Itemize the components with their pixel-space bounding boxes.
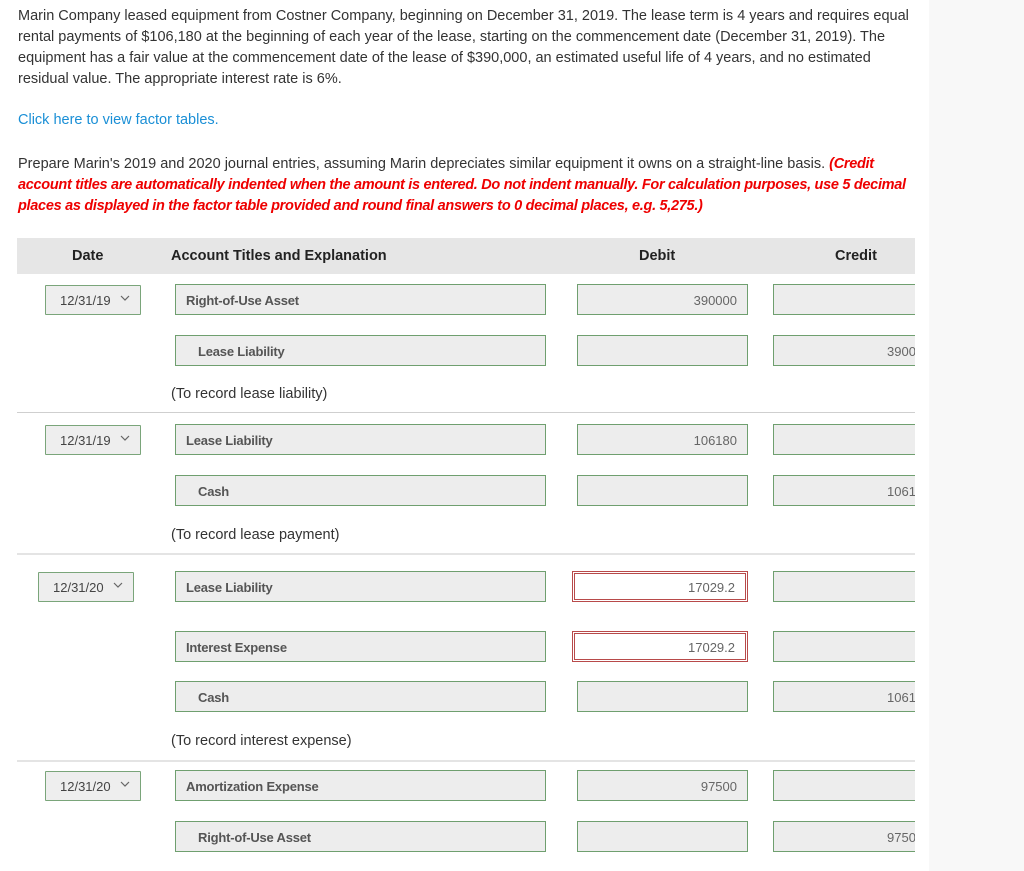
debit-field-error[interactable]: 17029.2 (572, 631, 748, 662)
account-field[interactable]: Interest Expense (175, 631, 546, 662)
credit-value: 97500 (887, 830, 915, 845)
date-select[interactable]: 12/31/19 (45, 425, 141, 455)
header-date: Date (72, 248, 104, 264)
journal-table-header: Date Account Titles and Explanation Debi… (17, 238, 915, 274)
credit-value: 390000 (887, 344, 915, 359)
header-debit: Debit (639, 248, 676, 264)
credit-value: 106180 (887, 484, 915, 499)
entry-divider (17, 760, 915, 762)
right-side-panel (929, 0, 1024, 871)
header-credit: Credit (835, 248, 877, 264)
credit-field[interactable]: 106180 (773, 681, 915, 712)
debit-value: 97500 (700, 779, 737, 794)
debit-field[interactable] (577, 821, 748, 852)
credit-field[interactable]: 390000 (773, 335, 915, 366)
entry-explanation: (To record lease liability) (171, 386, 328, 402)
credit-field[interactable] (773, 631, 915, 662)
debit-field[interactable] (577, 335, 748, 366)
debit-value: 390000 (693, 293, 737, 308)
debit-value: 17029.2 (688, 580, 735, 595)
debit-field[interactable] (577, 475, 748, 506)
account-value: Lease Liability (198, 344, 285, 359)
date-value: 12/31/19 (60, 433, 111, 448)
credit-field[interactable] (773, 571, 915, 602)
credit-field[interactable]: 106180 (773, 475, 915, 506)
debit-value: 106180 (693, 433, 737, 448)
date-select[interactable]: 12/31/20 (38, 572, 134, 602)
account-value: Lease Liability (186, 580, 273, 595)
entry-explanation: (To record lease payment) (171, 527, 340, 543)
factor-tables-link[interactable]: Click here to view factor tables. (18, 112, 219, 128)
debit-field[interactable] (577, 681, 748, 712)
date-value: 12/31/19 (60, 293, 111, 308)
account-field[interactable]: Right-of-Use Asset (175, 821, 546, 852)
problem-statement: Marin Company leased equipment from Cost… (18, 8, 909, 87)
account-field[interactable]: Right-of-Use Asset (175, 284, 546, 315)
debit-field[interactable]: 97500 (577, 770, 748, 801)
entry-divider (17, 412, 915, 413)
debit-field-error[interactable]: 17029.2 (572, 571, 748, 602)
chevron-down-icon (120, 435, 130, 441)
account-field[interactable]: Cash (175, 475, 546, 506)
account-field[interactable]: Cash (175, 681, 546, 712)
account-value: Amortization Expense (186, 779, 319, 794)
account-value: Lease Liability (186, 433, 273, 448)
account-value: Right-of-Use Asset (198, 830, 311, 845)
credit-value: 106180 (887, 690, 915, 705)
account-field[interactable]: Lease Liability (175, 335, 546, 366)
credit-field[interactable]: 97500 (773, 821, 915, 852)
date-value: 12/31/20 (60, 779, 111, 794)
date-select[interactable]: 12/31/19 (45, 285, 141, 315)
account-field[interactable]: Lease Liability (175, 424, 546, 455)
chevron-down-icon (120, 295, 130, 301)
credit-field[interactable] (773, 424, 915, 455)
credit-field[interactable] (773, 770, 915, 801)
date-value: 12/31/20 (53, 580, 104, 595)
account-value: Right-of-Use Asset (186, 293, 299, 308)
debit-field[interactable]: 106180 (577, 424, 748, 455)
account-field[interactable]: Lease Liability (175, 571, 546, 602)
date-select[interactable]: 12/31/20 (45, 771, 141, 801)
entry-divider (17, 553, 915, 555)
chevron-down-icon (113, 582, 123, 588)
credit-field[interactable] (773, 284, 915, 315)
account-value: Cash (198, 484, 229, 499)
instructions: Prepare Marin's 2019 and 2020 journal en… (18, 154, 915, 217)
debit-value: 17029.2 (688, 640, 735, 655)
entry-explanation: (To record interest expense) (171, 733, 352, 749)
chevron-down-icon (120, 781, 130, 787)
account-value: Cash (198, 690, 229, 705)
question-content: Marin Company leased equipment from Cost… (0, 0, 915, 871)
debit-field[interactable]: 390000 (577, 284, 748, 315)
instructions-text: Prepare Marin's 2019 and 2020 journal en… (18, 156, 830, 172)
header-account: Account Titles and Explanation (171, 248, 387, 264)
account-field[interactable]: Amortization Expense (175, 770, 546, 801)
account-value: Interest Expense (186, 640, 287, 655)
